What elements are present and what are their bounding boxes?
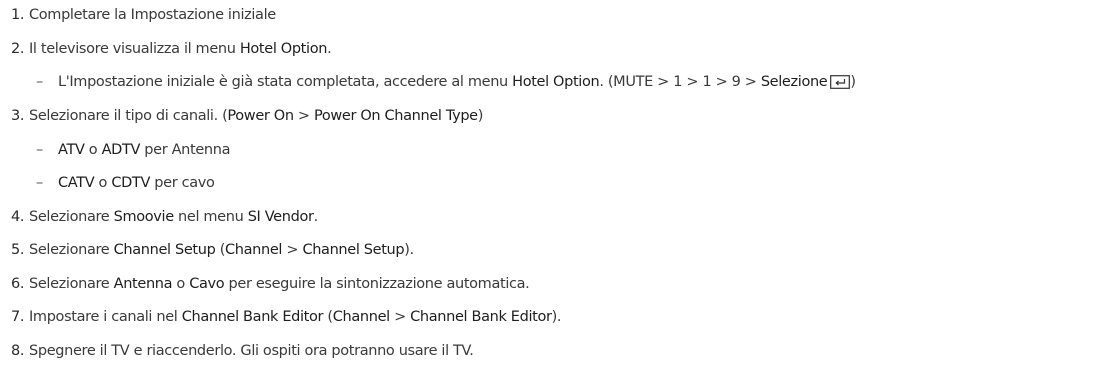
step-4: 4. Selezionare Smoovie nel menu SI Vendor… [11,207,318,227]
step-text: Selezionare [29,276,114,292]
option-text: o [84,142,102,158]
menu-name: Channel Setup [113,242,216,258]
option-name: Antenna [113,276,173,292]
step-2: 2. Il televisore visualizza il menu Hotel… [11,39,332,59]
option-text: o [94,175,112,191]
step-7: 7. Impostare i canali nel Channel Bank Ed… [11,307,562,327]
step-text: ). [551,309,562,325]
step-5: 5. Selezionare Channel Setup (Channel > C… [11,240,414,260]
dash-bullet: – [36,175,43,191]
step-6: 6. Selezionare Antenna o Cavo per eseguir… [11,274,530,294]
step-number: 1. [11,7,25,23]
option-name: CDTV [111,175,151,191]
step-number: 5. [11,242,25,258]
menu-name: Power On [227,108,294,124]
step-text: > [282,242,303,258]
step-text: ( [323,309,333,325]
note-text: L'Impostazione iniziale è già stata comp… [58,74,513,90]
step-text: ) [477,108,484,124]
menu-name: Hotel Option [512,74,600,90]
step-3-option-antenna: – ATV o ADTV per Antenna [36,140,230,160]
step-3-option-cable: – CATV o CDTV per cavo [36,173,215,193]
step-text: ( [215,242,226,258]
step-number: 7. [11,309,25,325]
step-number: 3. [11,108,25,124]
step-text: per eseguire la sintonizzazione automati… [224,276,530,292]
dash-bullet: – [36,142,43,158]
step-text: nel menu [173,209,248,225]
step-text: . [313,209,319,225]
option-name: Cavo [189,276,225,292]
menu-name: Smoovie [113,209,175,225]
step-3: 3. Selezionare il tipo di canali. (Power … [11,106,483,126]
step-text: Selezionare [29,209,114,225]
step-text: . [327,41,332,57]
step-text: o [172,276,190,292]
step-text: > [293,108,314,124]
menu-name: Channel Bank Editor [181,309,324,325]
menu-name: Hotel Option [239,41,328,57]
menu-name: Channel [332,309,390,325]
menu-name: Channel Bank Editor [410,309,552,325]
menu-name: Channel [225,242,283,258]
step-text: Spegnere il TV e riaccenderlo. Gli ospit… [29,343,474,359]
menu-name: Power On Channel Type [314,108,478,124]
select-label: Selezione [760,74,828,90]
step-number: 2. [11,41,25,57]
step-1: 1. Completare la Impostazione iniziale [11,5,276,25]
note-text: ) [850,74,856,90]
option-text: per cavo [150,175,215,191]
option-name: ATV [58,142,85,158]
menu-name: Channel Setup [302,242,405,258]
dash-bullet: – [36,74,43,90]
step-8: 8. Spegnere il TV e riaccenderlo. Gli osp… [11,341,474,361]
menu-name: SI Vendor [247,209,314,225]
step-text: Selezionare [29,242,114,258]
step-text: Impostare i canali nel [29,309,182,325]
option-name: ADTV [101,142,141,158]
option-text: per Antenna [140,142,231,158]
step-text: ). [404,242,414,258]
step-text: > [389,309,411,325]
step-number: 8. [11,343,25,359]
step-text: Completare la Impostazione iniziale [29,7,276,23]
step-number: 6. [11,276,25,292]
step-text: Selezionare il tipo di canali. ( [29,108,228,124]
instruction-document: 1. Completare la Impostazione iniziale 2.… [0,0,1101,376]
option-name: CATV [58,175,95,191]
step-number: 4. [11,209,25,225]
step-2-note: – L'Impostazione iniziale è già stata com… [36,72,856,95]
note-text: . (MUTE > 1 > 1 > 9 > [599,74,761,90]
enter-key-icon [830,75,851,95]
step-text: Il televisore visualizza il menu [29,41,240,57]
